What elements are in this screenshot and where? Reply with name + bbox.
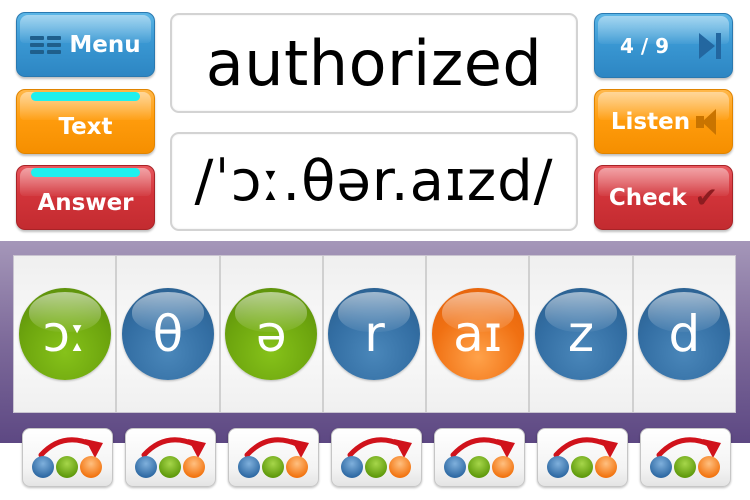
reorder-arrow-icon bbox=[650, 437, 721, 478]
phoneme-orb-green: ə bbox=[225, 288, 318, 380]
active-indicator bbox=[31, 92, 140, 101]
phoneme-panel: ɔː θ ə r aɪ z d bbox=[0, 241, 750, 443]
phoneme-tile[interactable]: d bbox=[633, 256, 735, 412]
phoneme-symbol: r bbox=[364, 305, 385, 363]
answer-button-label: Answer bbox=[37, 189, 134, 216]
reorder-arrow-icon bbox=[135, 437, 206, 478]
ipa-display: /ˈɔː.θər.aɪzd/ bbox=[170, 132, 578, 231]
phoneme-orb-blue: z bbox=[535, 288, 628, 380]
menu-grid-icon bbox=[30, 35, 62, 54]
menu-button-label: Menu bbox=[69, 31, 141, 58]
phoneme-orb-blue: d bbox=[638, 288, 731, 380]
reorder-button[interactable] bbox=[22, 428, 113, 487]
reorder-arrow-icon bbox=[238, 437, 309, 478]
phoneme-orb-orange: aɪ bbox=[431, 288, 524, 380]
reorder-button[interactable] bbox=[228, 428, 319, 487]
reorder-button-row bbox=[0, 428, 750, 488]
reorder-arrow-icon bbox=[32, 437, 103, 478]
reorder-button[interactable] bbox=[537, 428, 628, 487]
phoneme-tile[interactable]: θ bbox=[117, 256, 221, 412]
reorder-button[interactable] bbox=[125, 428, 216, 487]
phoneme-symbol: aɪ bbox=[453, 305, 503, 363]
phoneme-tile[interactable]: aɪ bbox=[427, 256, 531, 412]
progress-counter: 4 / 9 bbox=[619, 33, 670, 58]
ipa-text: /ˈɔː.θər.aɪzd/ bbox=[194, 149, 554, 214]
next-track-icon bbox=[699, 32, 722, 59]
text-button-label: Text bbox=[58, 113, 113, 140]
reorder-button[interactable] bbox=[640, 428, 731, 487]
check-button-label: Check bbox=[608, 184, 687, 211]
phoneme-orb-blue: θ bbox=[121, 288, 214, 380]
phoneme-symbol: ɔː bbox=[42, 305, 87, 363]
phoneme-tiles: ɔː θ ə r aɪ z d bbox=[14, 256, 735, 412]
reorder-button[interactable] bbox=[331, 428, 422, 487]
check-button[interactable]: Check ✔ bbox=[594, 165, 733, 230]
phoneme-orb-green: ɔː bbox=[18, 288, 111, 380]
phoneme-symbol: z bbox=[567, 305, 595, 363]
word-text: authorized bbox=[205, 26, 543, 100]
checkmark-icon: ✔ bbox=[694, 181, 719, 214]
active-indicator bbox=[31, 168, 140, 177]
phoneme-tile[interactable]: ə bbox=[220, 256, 324, 412]
listen-button[interactable]: Listen bbox=[594, 89, 733, 154]
phoneme-symbol: θ bbox=[152, 305, 184, 363]
reorder-arrow-icon bbox=[444, 437, 515, 478]
phoneme-tile[interactable]: r bbox=[323, 256, 428, 412]
phoneme-orb-blue: r bbox=[328, 288, 421, 380]
menu-button[interactable]: Menu bbox=[16, 12, 155, 77]
text-button[interactable]: Text bbox=[16, 89, 155, 154]
next-word-button[interactable]: 4 / 9 bbox=[594, 13, 733, 78]
listen-button-label: Listen bbox=[610, 108, 691, 135]
phoneme-tile[interactable]: ɔː bbox=[14, 256, 118, 412]
answer-button[interactable]: Answer bbox=[16, 165, 155, 230]
phoneme-tile[interactable]: z bbox=[530, 256, 634, 412]
phoneme-symbol: d bbox=[668, 305, 701, 363]
word-display: authorized bbox=[170, 13, 578, 113]
phoneme-symbol: ə bbox=[255, 305, 287, 363]
reorder-arrow-icon bbox=[547, 437, 618, 478]
reorder-button[interactable] bbox=[434, 428, 525, 487]
reorder-arrow-icon bbox=[341, 437, 412, 478]
speaker-icon bbox=[696, 108, 717, 135]
